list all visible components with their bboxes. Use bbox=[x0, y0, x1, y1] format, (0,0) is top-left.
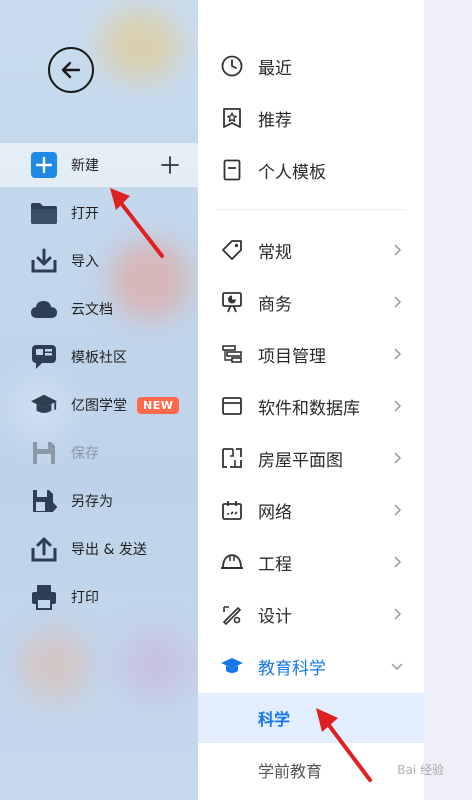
new-badge: NEW bbox=[137, 396, 180, 414]
category-label: 房屋平面图 bbox=[258, 450, 343, 471]
subcategory-science[interactable]: 科学 bbox=[198, 693, 424, 743]
helmet-icon bbox=[220, 550, 244, 574]
category-network[interactable]: 网络 bbox=[198, 484, 424, 536]
presentation-icon bbox=[220, 290, 244, 314]
category-education-science[interactable]: 教育科学 bbox=[198, 640, 424, 692]
gantt-icon bbox=[220, 342, 244, 366]
menu-item-save[interactable]: 保存 bbox=[0, 431, 198, 475]
printer-icon bbox=[30, 583, 58, 611]
menu-item-label: 云文档 bbox=[71, 302, 113, 318]
watermark: Bai 经验 bbox=[397, 763, 444, 777]
chevron-down-icon bbox=[391, 663, 403, 671]
background-blur bbox=[100, 10, 180, 80]
chevron-right-icon bbox=[394, 296, 402, 308]
category-label: 工程 bbox=[258, 554, 292, 575]
chevron-right-icon bbox=[394, 504, 402, 516]
plus-icon[interactable] bbox=[158, 153, 182, 177]
category-recent[interactable]: 最近 bbox=[198, 40, 424, 92]
divider bbox=[216, 209, 406, 210]
category-label: 软件和数据库 bbox=[258, 398, 360, 419]
content-area bbox=[424, 0, 472, 800]
network-icon bbox=[220, 498, 244, 522]
subcategory-label: 学前教育 bbox=[258, 762, 323, 781]
chevron-right-icon bbox=[394, 244, 402, 256]
subcategory-label: 科学 bbox=[258, 710, 291, 729]
chevron-right-icon bbox=[394, 452, 402, 464]
menu-item-save-as[interactable]: 另存为 bbox=[0, 479, 198, 523]
chevron-right-icon bbox=[394, 400, 402, 412]
category-label: 推荐 bbox=[258, 110, 292, 131]
chevron-right-icon bbox=[394, 556, 402, 568]
graduation-cap-icon bbox=[220, 654, 244, 678]
menu-item-academy[interactable]: 亿图学堂 NEW bbox=[0, 383, 198, 427]
menu-item-label: 导出 & 发送 bbox=[71, 542, 147, 558]
menu-item-template-community[interactable]: 模板社区 bbox=[0, 335, 198, 379]
graduation-cap-icon bbox=[30, 391, 58, 419]
save-as-icon bbox=[30, 487, 58, 515]
category-floor-plan[interactable]: 房屋平面图 bbox=[198, 432, 424, 484]
menu-item-print[interactable]: 打印 bbox=[0, 575, 198, 619]
category-label: 个人模板 bbox=[258, 162, 326, 183]
subcategory-preschool-education[interactable]: 学前教育 bbox=[198, 745, 424, 795]
category-software-database[interactable]: 软件和数据库 bbox=[198, 380, 424, 432]
export-icon bbox=[30, 535, 58, 563]
menu-item-label: 打印 bbox=[71, 590, 99, 606]
menu-item-label: 模板社区 bbox=[71, 350, 127, 366]
category-recommended[interactable]: 推荐 bbox=[198, 92, 424, 144]
category-business[interactable]: 商务 bbox=[198, 276, 424, 328]
menu-item-import[interactable]: 导入 bbox=[0, 239, 198, 283]
file-sidebar: 新建 打开 导入 云文档 模板社区 亿图学堂 NEW 保存 另存为 导出 & 发… bbox=[0, 0, 198, 800]
category-label: 最近 bbox=[258, 58, 292, 79]
cloud-icon bbox=[30, 295, 58, 323]
new-file-icon bbox=[30, 151, 58, 179]
chevron-right-icon bbox=[394, 608, 402, 620]
background-blur bbox=[20, 630, 90, 700]
category-personal-templates[interactable]: 个人模板 bbox=[198, 144, 424, 196]
menu-item-label: 打开 bbox=[71, 206, 99, 222]
menu-item-cloud-docs[interactable]: 云文档 bbox=[0, 287, 198, 331]
category-label: 网络 bbox=[258, 502, 292, 523]
menu-item-label: 亿图学堂 bbox=[71, 398, 127, 414]
category-design[interactable]: 设计 bbox=[198, 588, 424, 640]
category-label: 商务 bbox=[258, 294, 292, 315]
menu-item-label: 导入 bbox=[71, 254, 99, 270]
category-label: 项目管理 bbox=[258, 346, 326, 367]
category-label: 常规 bbox=[258, 242, 292, 263]
menu-item-open[interactable]: 打开 bbox=[0, 191, 198, 235]
import-icon bbox=[30, 247, 58, 275]
category-general[interactable]: 常规 bbox=[198, 224, 424, 276]
menu-item-label: 另存为 bbox=[71, 494, 113, 510]
floorplan-icon bbox=[220, 446, 244, 470]
category-engineering[interactable]: 工程 bbox=[198, 536, 424, 588]
tag-icon bbox=[220, 238, 244, 262]
menu-item-label: 保存 bbox=[71, 446, 99, 462]
star-bookmark-icon bbox=[220, 106, 244, 130]
clock-icon bbox=[220, 54, 244, 78]
category-project-management[interactable]: 项目管理 bbox=[198, 328, 424, 380]
design-tools-icon bbox=[220, 602, 244, 626]
chevron-right-icon bbox=[394, 348, 402, 360]
menu-item-new[interactable]: 新建 bbox=[0, 143, 198, 187]
background-blur bbox=[120, 630, 190, 700]
community-chat-icon bbox=[30, 343, 58, 371]
arrow-left-icon bbox=[61, 61, 81, 79]
menu-item-label: 新建 bbox=[71, 158, 99, 174]
menu-item-export-send[interactable]: 导出 & 发送 bbox=[0, 527, 198, 571]
category-label: 设计 bbox=[258, 606, 292, 627]
document-icon bbox=[220, 158, 244, 182]
folder-icon bbox=[30, 199, 58, 227]
save-icon bbox=[30, 439, 58, 467]
back-button[interactable] bbox=[48, 47, 94, 93]
category-label: 教育科学 bbox=[258, 658, 326, 679]
template-category-panel: 最近 推荐 个人模板 常规 商务 项目管理 软件和数据库 房屋平面图 网络 工程… bbox=[198, 0, 424, 800]
window-icon bbox=[220, 394, 244, 418]
